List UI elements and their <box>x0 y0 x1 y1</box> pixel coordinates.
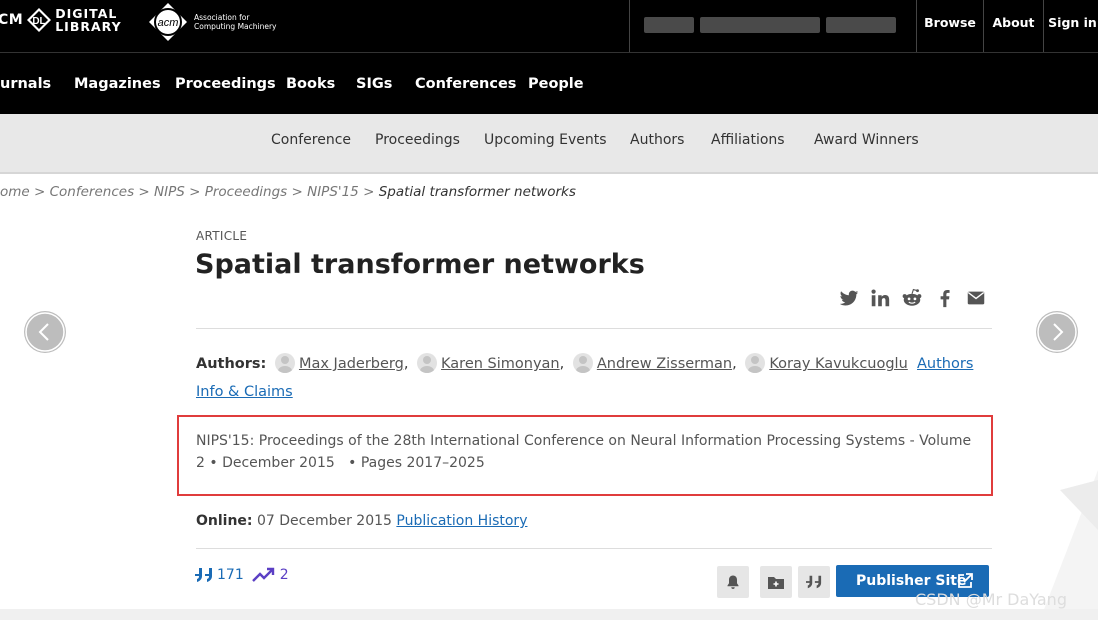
acm-name-line1: Association for <box>194 13 250 22</box>
divider <box>196 548 992 549</box>
email-icon[interactable] <box>965 287 987 309</box>
breadcrumb-nips15[interactable]: NIPS'15 <box>307 184 359 200</box>
blur-block <box>826 17 896 33</box>
breadcrumb-home[interactable]: ome <box>0 184 30 200</box>
nav-proceedings[interactable]: Proceedings <box>175 53 276 115</box>
avatar-icon <box>417 353 438 373</box>
breadcrumb-separator: > <box>138 184 150 200</box>
footer-strip <box>0 609 1098 620</box>
article-title: Spatial transformer networks <box>195 249 645 280</box>
avatar-icon <box>274 353 295 373</box>
nav-sigs[interactable]: SIGs <box>356 53 392 115</box>
subnav-authors[interactable]: Authors <box>630 114 684 172</box>
breadcrumb-separator: > <box>189 184 201 200</box>
blur-block <box>700 17 820 33</box>
authors-label: Authors: <box>196 356 267 372</box>
logo-dl-line2: LIBRARY <box>55 19 122 34</box>
acm-name-line2: Computing Machinery <box>194 22 277 31</box>
watermark: CSDN @Mr DaYang <box>915 590 1067 609</box>
subnav-affiliations[interactable]: Affiliations <box>711 114 785 172</box>
alert-button[interactable] <box>717 566 749 598</box>
carousel-next-button[interactable] <box>1036 311 1078 353</box>
dl-diamond-icon: DL <box>27 8 52 32</box>
logo-acm-text: CM <box>0 12 24 28</box>
twitter-icon[interactable] <box>838 287 860 309</box>
blur-block <box>644 17 694 33</box>
subnav-proceedings[interactable]: Proceedings <box>375 114 460 172</box>
article-type: ARTICLE <box>196 229 248 243</box>
online-info: Online: 07 December 2015 Publication His… <box>196 513 527 529</box>
reddit-icon[interactable] <box>901 287 923 309</box>
venue-info: NIPS'15: Proceedings of the 28th Interna… <box>196 433 972 471</box>
external-link-icon <box>958 573 973 588</box>
acm-logo-icon: acm <box>149 3 187 41</box>
quote-icon <box>195 568 212 582</box>
quote-icon <box>806 575 822 589</box>
nav-conferences[interactable]: Conferences <box>415 53 516 115</box>
breadcrumb-current: Spatial transformer networks <box>378 184 576 200</box>
facebook-icon[interactable] <box>934 287 956 309</box>
subnav-upcoming-events[interactable]: Upcoming Events <box>484 114 607 172</box>
breadcrumb-proceedings[interactable]: Proceedings <box>205 184 287 200</box>
acm-logo[interactable]: acm Association for Computing Machinery <box>148 2 277 42</box>
bell-icon <box>727 575 739 589</box>
breadcrumb-separator: > <box>363 184 375 200</box>
breadcrumb-nips[interactable]: NIPS <box>154 184 185 200</box>
main-nav: urnals Magazines Proceedings Books SIGs … <box>0 52 1098 114</box>
acm-logo-text: acm <box>158 17 179 29</box>
breadcrumb: ome > Conferences > NIPS > Proceedings >… <box>0 184 576 200</box>
citation-count[interactable]: 171 <box>217 567 244 583</box>
breadcrumb-separator: > <box>34 184 46 200</box>
breadcrumb-conferences[interactable]: Conferences <box>50 184 134 200</box>
trending-icon <box>251 567 274 582</box>
author-link[interactable]: Andrew Zisserman <box>597 356 732 372</box>
divider <box>196 328 992 329</box>
avatar-icon <box>745 353 766 373</box>
carousel-prev-button[interactable] <box>24 311 66 353</box>
metrics: 171 2 <box>195 567 289 583</box>
cite-button[interactable] <box>798 566 830 598</box>
nav-magazines[interactable]: Magazines <box>74 53 161 115</box>
author-link[interactable]: Max Jaderberg <box>299 356 404 372</box>
publication-date: December 2015 <box>222 455 335 471</box>
subnav-conference[interactable]: Conference <box>271 114 351 172</box>
blurred-search-area[interactable] <box>629 0 917 52</box>
pages: Pages 2017–2025 <box>360 455 485 471</box>
breadcrumb-separator: > <box>291 184 303 200</box>
browse-link[interactable]: Browse <box>918 0 982 52</box>
nav-books[interactable]: Books <box>286 53 335 115</box>
acm-dl-logo[interactable]: CM DL DIGITAL LIBRARY <box>0 4 122 36</box>
publication-history-link[interactable]: Publication History <box>396 513 527 529</box>
subnav-award-winners[interactable]: Award Winners <box>814 114 919 172</box>
dl-badge-text: DL <box>33 16 46 27</box>
top-bar: CM DL DIGITAL LIBRARY acm Association fo… <box>0 0 1098 52</box>
authors-block: Authors: Max Jaderberg, Karen Simonyan, … <box>196 350 996 406</box>
about-link[interactable]: About <box>983 0 1043 52</box>
sign-in-link[interactable]: Sign in <box>1043 0 1098 52</box>
folder-plus-icon <box>768 577 784 589</box>
chevron-left-icon <box>25 312 65 352</box>
author-link[interactable]: Koray Kavukcuoglu <box>769 356 907 372</box>
nav-journals[interactable]: urnals <box>0 53 51 115</box>
publisher-site-label: Publisher Site <box>856 573 967 589</box>
sub-nav: Conference Proceedings Upcoming Events A… <box>0 114 1098 174</box>
online-label: Online: <box>196 513 253 529</box>
author-link[interactable]: Karen Simonyan <box>441 356 560 372</box>
online-date: 07 December 2015 <box>256 513 392 529</box>
chevron-right-icon <box>1037 312 1077 352</box>
nav-people[interactable]: People <box>528 53 584 115</box>
linkedin-icon[interactable] <box>869 287 891 309</box>
add-to-binder-button[interactable] <box>760 566 792 598</box>
avatar-icon <box>572 353 593 373</box>
download-count[interactable]: 2 <box>280 567 289 583</box>
